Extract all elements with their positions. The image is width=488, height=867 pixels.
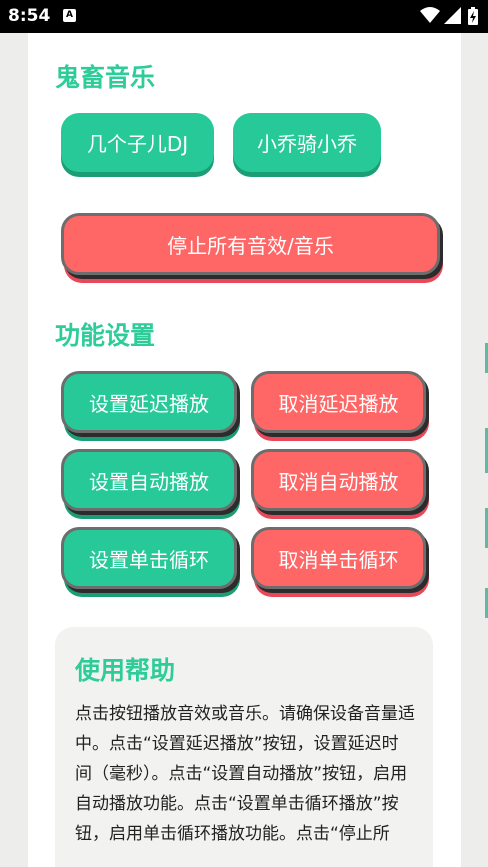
- help-panel: 使用帮助 点击按钮播放音效或音乐。请确保设备音量适中。点击“设置延迟播放”按钮，…: [55, 627, 433, 867]
- help-title: 使用帮助: [75, 656, 176, 685]
- battery-charging-icon: [468, 7, 478, 25]
- signal-icon: [444, 7, 461, 24]
- cancel-delay-play-button[interactable]: 取消延迟播放: [251, 371, 426, 433]
- status-bar: 8:54 A: [0, 0, 488, 33]
- wifi-icon: [420, 7, 440, 23]
- set-click-loop-button[interactable]: 设置单击循环: [61, 527, 237, 589]
- background-right-edge: [461, 33, 488, 867]
- cancel-click-loop-button[interactable]: 取消单击循环: [251, 527, 426, 589]
- cancel-auto-play-button[interactable]: 取消自动播放: [251, 449, 426, 511]
- stop-all-button[interactable]: 停止所有音效/音乐: [61, 213, 440, 275]
- background-left-edge: [0, 33, 28, 867]
- set-delay-play-button[interactable]: 设置延迟播放: [61, 371, 237, 433]
- music-section-title: 鬼畜音乐: [55, 63, 156, 92]
- status-time: 8:54: [8, 6, 51, 26]
- help-text: 点击按钮播放音效或音乐。请确保设备音量适中。点击“设置延迟播放”按钮，设置延迟时…: [75, 704, 415, 844]
- play-jigezier-dj-button[interactable]: 几个子儿DJ: [61, 113, 214, 172]
- function-section-title: 功能设置: [55, 321, 156, 350]
- set-auto-play-button[interactable]: 设置自动播放: [61, 449, 237, 511]
- notification-icon: A: [63, 9, 76, 22]
- play-xiaoqiao-button[interactable]: 小乔骑小乔: [233, 113, 381, 172]
